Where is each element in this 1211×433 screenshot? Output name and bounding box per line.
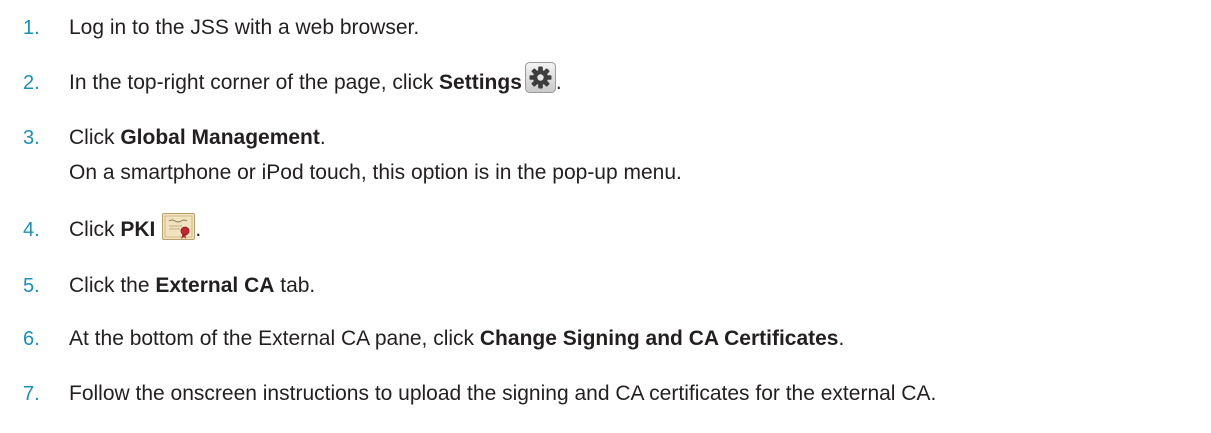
gear-icon [524, 61, 556, 93]
step-number: 5. [23, 275, 40, 297]
step-text-suffix: . [319, 126, 326, 149]
step-text-suffix: tab. [274, 274, 316, 297]
step-text-prefix: At the bottom of the External CA pane, c… [69, 327, 480, 350]
certificate-icon [162, 212, 196, 240]
step-text: At the bottom of the External CA pane, c… [69, 319, 844, 359]
step-text: Click PKI . [69, 210, 201, 250]
step-text: Click the External CA tab. [69, 266, 315, 306]
step-2: 2. In the top-right corner of the page, … [0, 61, 1211, 103]
step-text-prefix: Click the [69, 274, 156, 297]
settings-label: Settings [439, 71, 522, 94]
change-certificates-label: Change Signing and CA Certificates [479, 327, 839, 350]
step-text-prefix: In the top-right corner of the page, cli… [69, 71, 440, 94]
global-management-label: Global Management [120, 126, 320, 149]
step-number: 2. [23, 72, 40, 94]
step-text-plain: Follow the onscreen instructions to uplo… [69, 382, 937, 405]
step-text-suffix: . [195, 218, 202, 241]
step-text-prefix: Click [69, 126, 121, 149]
step-text-prefix: Click [69, 218, 121, 241]
external-ca-label: External CA [155, 274, 275, 297]
step-text-suffix: . [838, 327, 845, 350]
step-number: 7. [23, 383, 40, 405]
step-4: 4. Click PKI . [0, 210, 1211, 250]
step-text: Follow the onscreen instructions to uplo… [69, 374, 936, 414]
step-3-note: On a smartphone or iPod touch, this opti… [69, 161, 682, 184]
step-text-suffix: . [555, 71, 562, 94]
pki-label: PKI [120, 218, 156, 241]
step-3: 3. Click Global Management. [0, 118, 1211, 158]
step-text: Log in to the JSS with a web browser. [69, 8, 419, 48]
step-number: 1. [23, 17, 40, 39]
step-text: Click Global Management. [69, 118, 326, 158]
step-5: 5. Click the External CA tab. [0, 266, 1211, 306]
step-number: 4. [23, 219, 40, 241]
step-7: 7. Follow the onscreen instructions to u… [0, 374, 1211, 414]
step-number: 3. [23, 127, 40, 149]
step-text: In the top-right corner of the page, cli… [69, 61, 562, 103]
step-number: 6. [23, 328, 40, 350]
step-1: 1. Log in to the JSS with a web browser. [0, 8, 1211, 48]
step-text-plain: Log in to the JSS with a web browser. [69, 16, 420, 39]
step-6: 6. At the bottom of the External CA pane… [0, 319, 1211, 359]
